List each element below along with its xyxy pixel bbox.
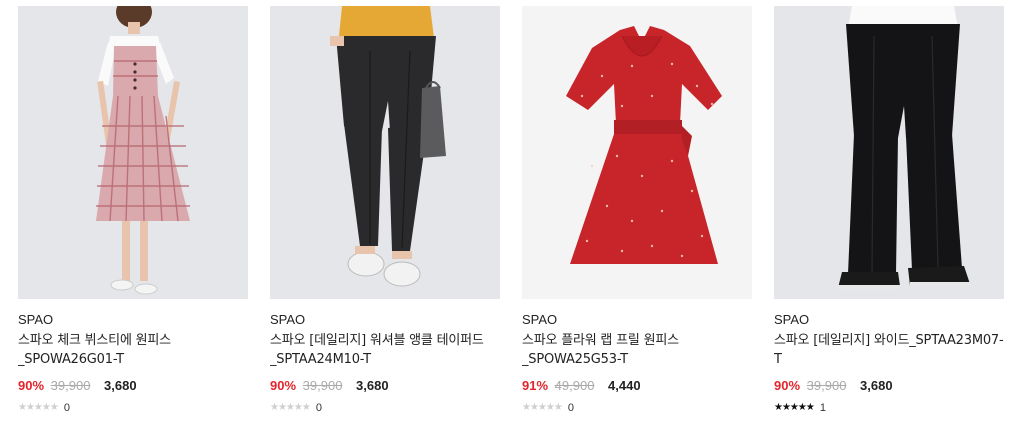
product-card[interactable]: SPAO 스파오 [데일리지] 워셔블 앵클 테이퍼드 _SPTAA24M10-… <box>270 6 500 415</box>
product-card[interactable]: SPAO 스파오 플라워 랩 프릴 원피스 _SPOWA25G53-T 91% … <box>522 6 752 415</box>
price-row: 90% 39,900 3,680 <box>774 377 1004 395</box>
price-row: 90% 39,900 3,680 <box>18 377 248 395</box>
original-price: 49,900 <box>554 378 595 393</box>
rating-row: ★★★★★ 0 <box>270 401 500 415</box>
product-image[interactable] <box>774 6 1004 299</box>
product-brand: SPAO <box>18 312 54 327</box>
product-brand: SPAO <box>270 312 306 327</box>
original-price: 39,900 <box>806 378 847 393</box>
product-title[interactable]: 스파오 플라워 랩 프릴 원피스 _SPOWA25G53-T <box>522 331 752 369</box>
checked-dress-photo-icon <box>18 6 248 299</box>
sale-price: 4,440 <box>608 378 641 393</box>
discount-rate: 90% <box>18 378 45 393</box>
discount-rate: 90% <box>774 378 801 393</box>
star-rating-icon: ★★★★★ <box>774 402 815 413</box>
product-title[interactable]: 스파오 체크 뷔스티에 원피스 _SPOWA26G01-T <box>18 331 248 369</box>
tapered-pants-photo-icon <box>270 6 500 299</box>
product-image[interactable] <box>270 6 500 299</box>
product-card[interactable]: SPAO 스파오 [데일리지] 와이드_SPTAA23M07-T 90% 39,… <box>774 6 1004 415</box>
rating-row: ★★★★★ 1 <box>774 401 1004 415</box>
review-count: 0 <box>315 402 322 414</box>
product-image[interactable] <box>522 6 752 299</box>
product-card[interactable]: SPAO 스파오 체크 뷔스티에 원피스 _SPOWA26G01-T 90% 3… <box>18 6 248 415</box>
star-rating-icon: ★★★★★ <box>270 402 311 413</box>
discount-rate: 90% <box>270 378 297 393</box>
rating-row: ★★★★★ 0 <box>18 401 248 415</box>
discount-rate: 91% <box>522 378 549 393</box>
product-brand: SPAO <box>522 312 558 327</box>
product-image[interactable] <box>18 6 248 299</box>
original-price: 39,900 <box>302 378 343 393</box>
rating-row: ★★★★★ 0 <box>522 401 752 415</box>
review-count: 0 <box>63 402 70 414</box>
star-rating-icon: ★★★★★ <box>18 402 59 413</box>
price-row: 90% 39,900 3,680 <box>270 377 500 395</box>
review-count: 0 <box>567 402 574 414</box>
original-price: 39,900 <box>50 378 91 393</box>
red-floral-dress-photo-icon <box>522 6 752 299</box>
sale-price: 3,680 <box>104 378 137 393</box>
product-title[interactable]: 스파오 [데일리지] 와이드_SPTAA23M07-T <box>774 331 1004 369</box>
wide-pants-photo-icon <box>774 6 1004 299</box>
star-rating-icon: ★★★★★ <box>522 402 563 413</box>
product-grid: SPAO 스파오 체크 뷔스티에 원피스 _SPOWA26G01-T 90% 3… <box>0 0 1019 434</box>
price-row: 91% 49,900 4,440 <box>522 377 752 395</box>
product-brand: SPAO <box>774 312 810 327</box>
sale-price: 3,680 <box>860 378 893 393</box>
review-count: 1 <box>819 402 826 414</box>
product-title[interactable]: 스파오 [데일리지] 워셔블 앵클 테이퍼드 _SPTAA24M10-T <box>270 331 500 369</box>
sale-price: 3,680 <box>356 378 389 393</box>
